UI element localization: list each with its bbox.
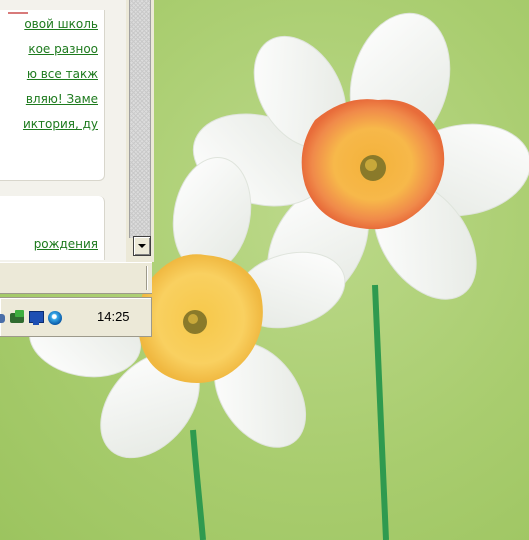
- post-link-2[interactable]: кое разноо: [0, 37, 104, 62]
- display-icon[interactable]: [28, 310, 44, 326]
- clock[interactable]: 14:25: [97, 309, 130, 324]
- browser-window: овой школь кое разноо ю все такж вляю! З…: [0, 0, 154, 262]
- post-card-second: рождения: [0, 196, 105, 260]
- post-link-4[interactable]: вляю! Заме: [0, 87, 104, 112]
- post-link-3[interactable]: ю все такж: [0, 62, 104, 87]
- system-tray: 14:25: [0, 297, 152, 337]
- media-icon[interactable]: [47, 310, 63, 326]
- post-link-5[interactable]: иктория, ду: [0, 112, 104, 137]
- network-icon[interactable]: [9, 310, 25, 326]
- arrow-down-icon: [138, 244, 146, 248]
- scroll-down-button[interactable]: [133, 236, 151, 256]
- post-card: овой школь кое разноо ю все такж вляю! З…: [0, 10, 105, 181]
- page-content: овой школь кое разноо ю все такж вляю! З…: [0, 0, 126, 262]
- scrollbar-track[interactable]: [129, 0, 151, 238]
- app-icon[interactable]: [0, 310, 6, 326]
- birthday-link[interactable]: рождения: [34, 232, 104, 257]
- browser-status-bar: [0, 262, 152, 294]
- post-link-1[interactable]: овой школь: [0, 12, 104, 37]
- vertical-scrollbar[interactable]: [126, 0, 154, 262]
- status-bar-pane: [0, 266, 147, 290]
